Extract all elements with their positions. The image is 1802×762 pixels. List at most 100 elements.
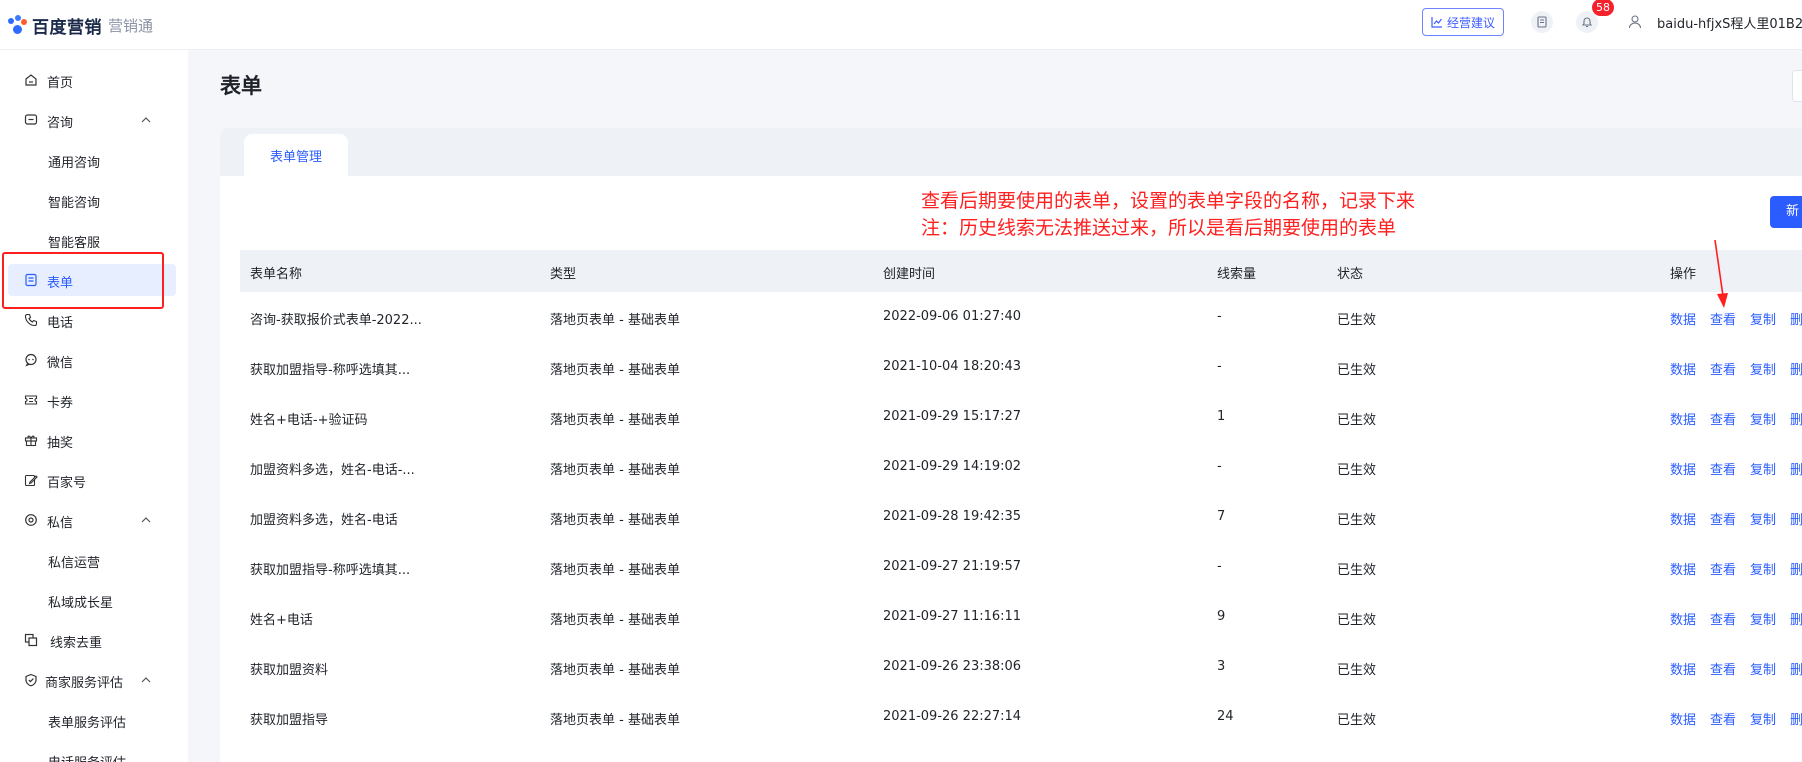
gift-icon — [24, 435, 38, 447]
sidebar-item-label: 商家服务评估 — [45, 676, 124, 691]
sidebar-item-merchant-evaluation[interactable]: 商家服务评估 — [0, 664, 188, 696]
cell-created-time: 2021-09-27 21:19:57 — [883, 559, 1022, 574]
sidebar-item-home[interactable]: 首页 — [0, 64, 188, 96]
cell-lead-count: 3 — [1217, 659, 1226, 674]
sidebar: 首页 咨询 通用咨询 智能咨询 智能客服 表单 电话 微信 卡券 抽奖 百家号 … — [0, 50, 188, 762]
sidebar-item-form-evaluation[interactable]: 表单服务评估 — [0, 704, 188, 736]
sidebar-item-smart-consult[interactable]: 智能咨询 — [0, 184, 188, 216]
chevron-up-icon — [141, 677, 151, 683]
cell-lead-count: - — [1217, 359, 1222, 374]
header-action-button[interactable] — [1792, 70, 1802, 102]
action-copy-link[interactable]: 复制 — [1750, 309, 1776, 328]
action-delete-link[interactable]: 删 — [1790, 359, 1802, 378]
action-data-link[interactable]: 数据 — [1670, 559, 1696, 578]
cell-lead-count: - — [1217, 459, 1222, 474]
home-icon — [25, 74, 37, 86]
action-data-link[interactable]: 数据 — [1670, 709, 1696, 728]
cell-status: 已生效 — [1337, 713, 1377, 728]
cell-created-time: 2021-09-28 19:42:35 — [883, 509, 1022, 524]
cell-form-name: 获取加盟指导-称呼选填其... — [250, 363, 411, 378]
cell-status: 已生效 — [1337, 663, 1377, 678]
sidebar-item-lead-dedupe[interactable]: 线索去重 — [0, 624, 188, 656]
action-copy-link[interactable]: 复制 — [1750, 659, 1776, 678]
action-data-link[interactable]: 数据 — [1670, 309, 1696, 328]
action-copy-link[interactable]: 复制 — [1750, 459, 1776, 478]
action-data-link[interactable]: 数据 — [1670, 409, 1696, 428]
top-bar: 百度营销 营销通 经营建议 58 baidu-hfjxS程人里01B2 — [0, 0, 1802, 50]
new-form-button[interactable]: 新 — [1770, 196, 1802, 228]
coupon-icon — [24, 395, 38, 405]
sidebar-item-message-operation[interactable]: 私信运营 — [0, 544, 188, 576]
action-copy-link[interactable]: 复制 — [1750, 559, 1776, 578]
action-data-link[interactable]: 数据 — [1670, 609, 1696, 628]
sidebar-item-lottery[interactable]: 抽奖 — [0, 424, 188, 456]
cell-created-time: 2021-10-04 18:20:43 — [883, 359, 1022, 374]
action-view-link[interactable]: 查看 — [1710, 559, 1736, 578]
action-delete-link[interactable]: 删 — [1790, 659, 1802, 678]
action-view-link[interactable]: 查看 — [1710, 609, 1736, 628]
action-view-link[interactable]: 查看 — [1710, 309, 1736, 328]
sidebar-item-label: 私域成长星 — [48, 596, 114, 611]
action-delete-link[interactable]: 删 — [1790, 509, 1802, 528]
sidebar-item-consult[interactable]: 咨询 — [0, 104, 188, 136]
action-delete-link[interactable]: 删 — [1790, 309, 1802, 328]
sidebar-item-baijiahao[interactable]: 百家号 — [0, 464, 188, 496]
action-delete-link[interactable]: 删 — [1790, 409, 1802, 428]
action-view-link[interactable]: 查看 — [1710, 359, 1736, 378]
action-view-link[interactable]: 查看 — [1710, 509, 1736, 528]
action-copy-link[interactable]: 复制 — [1750, 359, 1776, 378]
annotation-arrow — [1714, 239, 1728, 308]
sidebar-item-phone-evaluation[interactable]: 电话服务评估 — [0, 744, 188, 762]
brand-name: 百度营销 — [32, 17, 102, 38]
sidebar-item-wechat[interactable]: 微信 — [0, 344, 188, 376]
document-icon[interactable] — [1531, 11, 1553, 33]
sidebar-item-private-growth[interactable]: 私域成长星 — [0, 584, 188, 616]
business-advice-button[interactable]: 经营建议 — [1422, 8, 1504, 36]
sidebar-item-coupon[interactable]: 卡券 — [0, 384, 188, 416]
user-icon[interactable] — [1624, 11, 1646, 33]
cell-status: 已生效 — [1337, 463, 1377, 478]
action-copy-link[interactable]: 复制 — [1750, 509, 1776, 528]
sidebar-item-label: 咨询 — [47, 116, 74, 131]
action-delete-link[interactable]: 删 — [1790, 709, 1802, 728]
cell-status: 已生效 — [1337, 613, 1377, 628]
highlight-box — [2, 252, 164, 309]
action-data-link[interactable]: 数据 — [1670, 459, 1696, 478]
column-header-leads: 线索量 — [1217, 267, 1257, 282]
action-data-link[interactable]: 数据 — [1670, 359, 1696, 378]
sidebar-item-general-consult[interactable]: 通用咨询 — [0, 144, 188, 176]
cell-type: 落地页表单 - 基础表单 — [550, 313, 680, 328]
action-view-link[interactable]: 查看 — [1710, 709, 1736, 728]
sidebar-item-label: 通用咨询 — [48, 156, 101, 171]
cell-type: 落地页表单 - 基础表单 — [550, 363, 680, 378]
action-copy-link[interactable]: 复制 — [1750, 709, 1776, 728]
action-copy-link[interactable]: 复制 — [1750, 609, 1776, 628]
action-view-link[interactable]: 查看 — [1710, 409, 1736, 428]
cell-form-name: 姓名+电话 — [250, 613, 313, 628]
action-copy-link[interactable]: 复制 — [1750, 409, 1776, 428]
cell-form-name: 获取加盟指导 — [250, 713, 329, 728]
table-header — [240, 250, 1802, 292]
action-view-link[interactable]: 查看 — [1710, 659, 1736, 678]
action-delete-link[interactable]: 删 — [1790, 459, 1802, 478]
action-view-link[interactable]: 查看 — [1710, 459, 1736, 478]
user-name[interactable]: baidu-hfjxS程人里01B2 — [1657, 13, 1802, 32]
sidebar-item-private-message[interactable]: 私信 — [0, 504, 188, 536]
wechat-icon — [25, 353, 37, 367]
cell-lead-count: - — [1217, 559, 1222, 574]
cell-lead-count: - — [1217, 309, 1222, 324]
action-data-link[interactable]: 数据 — [1670, 509, 1696, 528]
action-data-link[interactable]: 数据 — [1670, 659, 1696, 678]
cell-type: 落地页表单 - 基础表单 — [550, 663, 680, 678]
action-delete-link[interactable]: 删 — [1790, 559, 1802, 578]
column-header-created: 创建时间 — [883, 267, 936, 282]
tab-form-management[interactable]: 表单管理 — [244, 134, 348, 176]
column-header-type: 类型 — [550, 267, 577, 282]
dedupe-icon — [24, 633, 38, 647]
column-header-status: 状态 — [1337, 267, 1364, 282]
sidebar-item-label: 百家号 — [47, 476, 87, 491]
brand-logo[interactable]: 百度营销 营销通 — [7, 12, 153, 38]
cell-form-name: 加盟资料多选，姓名-电话 — [250, 513, 398, 528]
action-delete-link[interactable]: 删 — [1790, 609, 1802, 628]
sidebar-item-label: 智能咨询 — [48, 196, 101, 211]
